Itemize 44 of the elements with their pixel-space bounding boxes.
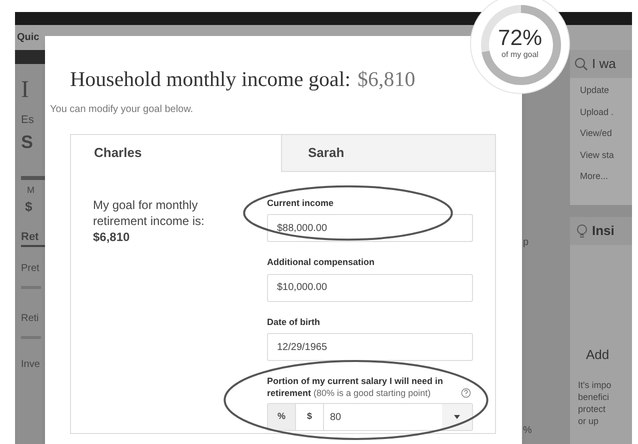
label-text: Reti <box>21 312 40 326</box>
action-link[interactable]: View sta <box>580 148 632 162</box>
label-text: % <box>523 424 532 438</box>
label-text: Inve <box>21 358 41 372</box>
card-title: Insi <box>592 222 614 240</box>
card-title: I wa <box>592 55 616 74</box>
text-field[interactable]: $10,000.00 <box>267 274 473 302</box>
action-link[interactable]: Upload . <box>580 106 632 119</box>
amount-text: $ <box>24 198 34 216</box>
page-heading: I <box>21 78 30 102</box>
text-field[interactable]: $88,000.00 <box>267 214 473 242</box>
insight-text: It's impo benefici protect or up <box>577 378 612 426</box>
progress-percent: 72% <box>498 27 542 49</box>
action-link[interactable]: View/ed <box>580 127 632 140</box>
nav-link[interactable]: Quic <box>17 30 40 45</box>
field-label: Additional compensation <box>267 256 376 269</box>
label-text: Pret <box>21 262 40 276</box>
goal-amount: $6,810 <box>358 66 416 93</box>
text-field[interactable]: 12/29/1965 <box>267 333 473 361</box>
label-text: p <box>523 236 529 250</box>
field-label: Date of birth <box>267 316 321 328</box>
insight-heading: Add <box>585 346 610 364</box>
lightbulb-icon <box>576 224 588 238</box>
unit-toggle[interactable]: % <box>268 404 296 430</box>
caret-icon <box>454 415 460 419</box>
portion-value: 80 <box>329 410 342 424</box>
action-link[interactable]: Update <box>580 84 632 98</box>
goal-value: $6,810 <box>93 228 131 244</box>
field-label: Current income <box>267 196 335 210</box>
label-text: M <box>26 184 36 196</box>
action-link[interactable]: More... <box>580 170 632 184</box>
person-tab[interactable]: Sarah <box>281 134 495 172</box>
progress-caption: of my goal <box>502 49 538 61</box>
search-icon <box>574 57 588 71</box>
dialog-subtitle: You can modify your goal below. <box>50 102 194 116</box>
field-label: Portion of my current salary I will need in retirement (80% is a good starting point) <box>267 375 444 399</box>
goal-label: My goal for monthly retirement income is: <box>93 196 206 228</box>
amount-text: S <box>21 130 34 154</box>
dialog-title: Household monthly income goal: <box>70 66 351 93</box>
sub-nav-bar <box>15 50 45 64</box>
label-text: Es <box>21 113 35 128</box>
dropdown-button[interactable] <box>442 404 472 430</box>
help-icon[interactable] <box>461 388 471 398</box>
portion-field[interactable]: % $ 80 <box>267 403 473 431</box>
